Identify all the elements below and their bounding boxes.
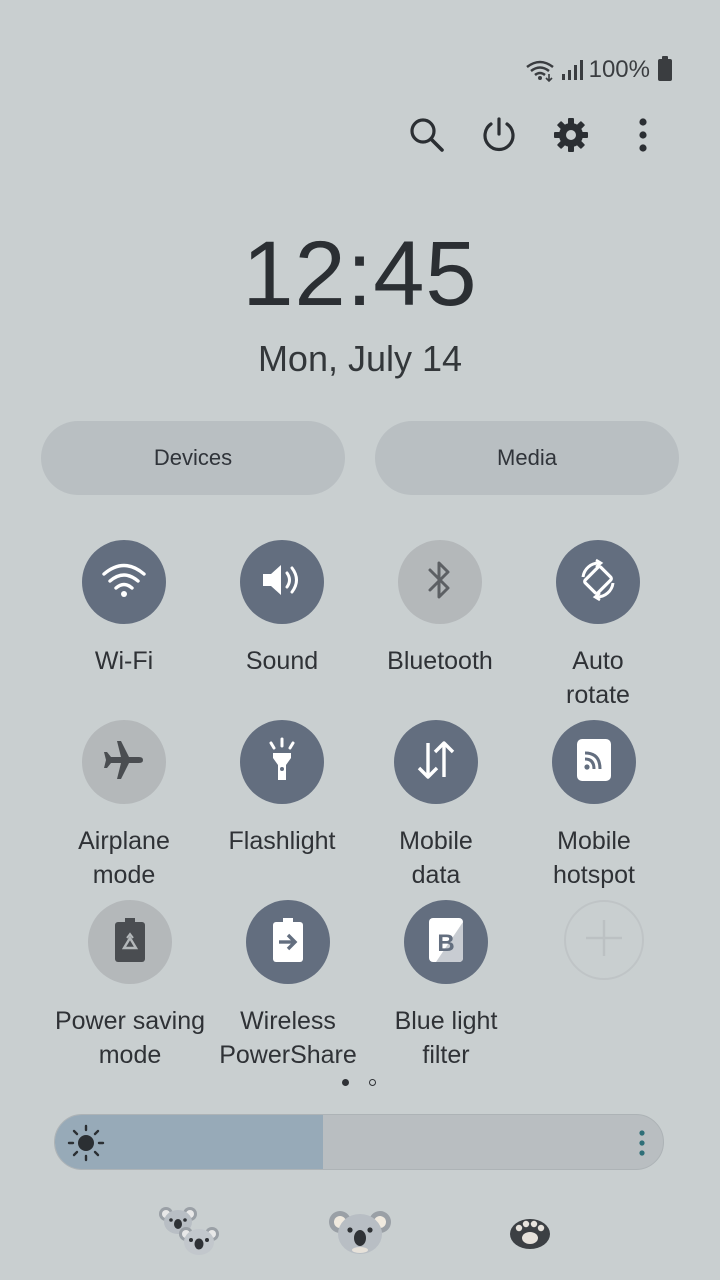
paw-icon[interactable] [508,1214,552,1257]
settings-icon[interactable] [548,112,594,158]
auto-rotate-icon [573,555,623,610]
hotspot-icon [574,737,614,788]
tile-airplane-mode[interactable]: Airplane mode [44,720,204,892]
tile-sound[interactable]: Sound [202,540,362,678]
tile-mobile-hotspot-circle[interactable] [552,720,636,804]
brightness-more-icon[interactable] [639,1129,645,1162]
media-button[interactable]: Media [375,421,679,495]
tile-label: Power saving mode [54,1007,206,1069]
page-dot-active [342,1079,349,1086]
power-icon[interactable] [476,112,522,158]
flashlight-icon [262,736,302,789]
tile-add-circle[interactable] [564,900,644,980]
wifi-icon [525,58,555,82]
battery-icon [658,56,672,81]
tile-label: Sound [245,647,319,675]
airplane-icon [101,737,147,788]
koala-face-icon[interactable] [328,1206,392,1263]
tile-flashlight[interactable]: Flashlight [202,720,362,858]
tile-bluetooth-circle[interactable] [398,540,482,624]
tile-wireless-powershare-circle[interactable] [246,900,330,984]
devices-button[interactable]: Devices [41,421,345,495]
tile-mobile-hotspot[interactable]: Mobile hotspot [514,720,674,892]
tile-add[interactable] [524,900,684,980]
sun-icon [67,1124,105,1167]
brightness-slider[interactable] [54,1114,664,1170]
tile-airplane-mode-circle[interactable] [82,720,166,804]
tile-mobile-data[interactable]: Mobile data [356,720,516,892]
tile-label: Flashlight [228,827,336,855]
tile-wifi-circle[interactable] [82,540,166,624]
wifi-icon [101,560,147,605]
tile-label: Bluetooth [387,647,493,675]
battery-percent: 100% [588,56,650,83]
blue-light-filter-icon: B [426,916,466,969]
tile-power-saving[interactable]: Power saving mode [50,900,210,1072]
bluetooth-icon [423,558,457,607]
tile-label: Mobile hotspot [552,827,635,889]
koala-pair-icon[interactable] [156,1204,222,1263]
page-indicator [342,1079,376,1086]
tile-auto-rotate-circle[interactable] [556,540,640,624]
volume-icon [259,560,305,605]
wireless-powershare-icon [270,916,306,969]
status-bar: 100% [525,56,672,84]
tile-power-saving-circle[interactable] [88,900,172,984]
tile-bluetooth[interactable]: Bluetooth [360,540,520,678]
quick-settings-panel: 100% 12:45 Mon, July 14 Devices Media Wi… [0,0,720,1280]
tile-wifi[interactable]: Wi-Fi [44,540,204,678]
clock[interactable]: 12:45 [0,222,720,327]
tile-mobile-data-circle[interactable] [394,720,478,804]
power-saving-icon [112,916,148,969]
signal-icon [561,59,583,81]
more-vert-icon[interactable] [620,112,666,158]
mobile-data-icon [413,737,459,788]
tile-flashlight-circle[interactable] [240,720,324,804]
tile-blue-light-filter-circle[interactable]: B [404,900,488,984]
tile-wireless-powershare[interactable]: Wireless PowerShare [208,900,368,1072]
svg-text:B: B [437,930,454,957]
tile-label: Blue light filter [394,1007,498,1069]
top-actions [404,112,666,158]
tile-blue-light-filter[interactable]: B Blue light filter [366,900,526,1072]
date[interactable]: Mon, July 14 [0,338,720,380]
tile-sound-circle[interactable] [240,540,324,624]
tile-label: Auto rotate [566,647,630,709]
add-icon [584,918,624,963]
search-icon[interactable] [404,112,450,158]
tile-label: Airplane mode [78,827,170,889]
tile-label: Wireless PowerShare [219,1007,357,1069]
tile-label: Mobile data [399,827,473,889]
tile-auto-rotate[interactable]: Auto rotate [518,540,678,712]
page-dot [369,1079,376,1086]
tile-label: Wi-Fi [94,647,154,675]
